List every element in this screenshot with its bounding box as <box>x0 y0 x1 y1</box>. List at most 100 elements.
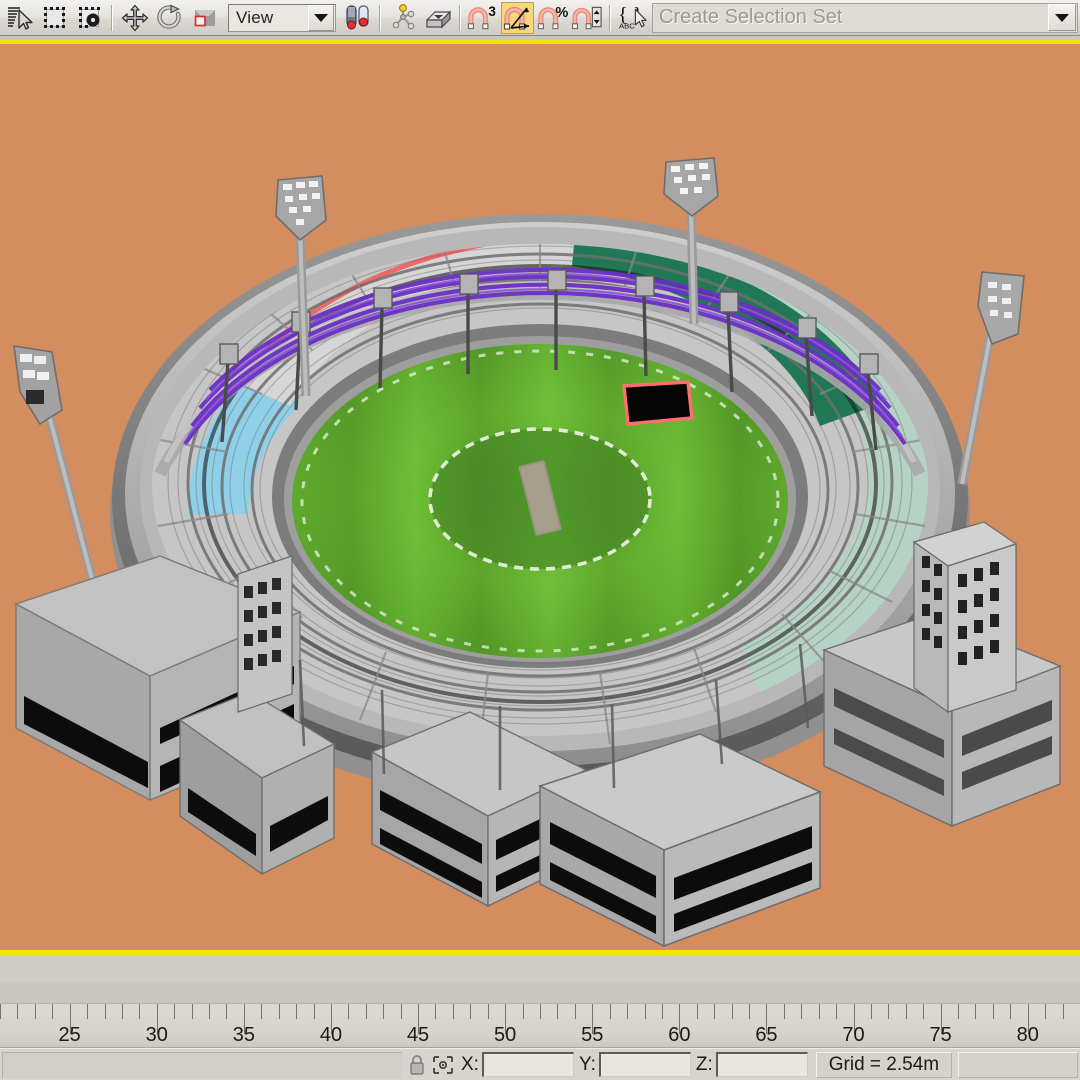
padlock-icon[interactable] <box>404 1052 430 1078</box>
ruler-tick-minor <box>261 1004 263 1019</box>
ruler-tick-minor <box>731 1004 733 1019</box>
create-selection-set-field[interactable]: Create Selection Set <box>652 2 1078 33</box>
svg-text:%: % <box>555 5 568 21</box>
ruler-label: 55 <box>581 1024 604 1046</box>
ruler-tick-minor <box>574 1004 576 1019</box>
chevron-down-icon[interactable] <box>1048 4 1076 31</box>
ruler-tick-minor <box>104 1004 106 1019</box>
ruler-tick-minor <box>714 1004 716 1019</box>
ruler-tick-minor <box>696 1004 698 1019</box>
building-grid-facade-left <box>237 555 293 713</box>
mirror-button[interactable] <box>421 2 454 34</box>
coord-z-field[interactable] <box>715 1052 808 1077</box>
viewport-gap <box>0 955 1080 983</box>
ruler-label: 80 <box>1016 1024 1039 1046</box>
select-and-link-button[interactable] <box>386 2 419 34</box>
ruler-tick-minor <box>836 1004 838 1019</box>
select-object-button[interactable] <box>3 2 36 34</box>
rectangular-selection-region-button[interactable] <box>38 2 71 34</box>
ruler-tick-minor <box>1010 1004 1012 1019</box>
ruler-tick-minor <box>174 1004 176 1019</box>
perspective-viewport[interactable] <box>0 44 1080 950</box>
ruler-tick-minor <box>905 1004 907 1019</box>
snaps-toggle-button[interactable]: 3 <box>466 2 499 34</box>
angle-snap-toggle-button[interactable] <box>501 1 534 34</box>
ruler-tick-minor <box>888 1004 890 1019</box>
ruler-tick-minor <box>52 1004 54 1019</box>
ruler-tick-minor <box>958 1004 960 1019</box>
toolbar-separator <box>379 4 381 31</box>
time-slider-ruler[interactable]: 25 30 35 40 45 50 55 60 65 70 75 80 <box>0 1003 1080 1048</box>
ruler-tick-minor <box>278 1004 280 1019</box>
ruler-label: 45 <box>406 1024 430 1046</box>
reference-coordinate-system-value: View <box>236 7 274 27</box>
select-and-rotate-button[interactable] <box>153 2 186 34</box>
ruler-tick-minor <box>226 1004 228 1019</box>
ruler-tick-minor <box>87 1004 89 1019</box>
spinner-snap-toggle-button[interactable] <box>571 2 604 34</box>
svg-text:3: 3 <box>488 4 496 19</box>
coord-x-field[interactable] <box>481 1052 574 1077</box>
svg-text:ABC: ABC <box>619 21 635 30</box>
coord-y-field[interactable] <box>598 1052 691 1077</box>
ruler-label: 75 <box>929 1024 952 1046</box>
ruler-tick-minor <box>487 1004 489 1019</box>
floodlight-tower-left <box>13 345 103 604</box>
scoreboard-screen <box>622 380 694 426</box>
create-selection-set-value: Create Selection Set <box>659 6 843 28</box>
chevron-down-icon[interactable] <box>308 4 334 31</box>
coord-z-label: Z: <box>695 1053 713 1075</box>
select-and-move-button[interactable] <box>118 2 151 34</box>
absolute-relative-toggle[interactable] <box>430 1052 456 1078</box>
stadium-scene <box>0 44 1080 950</box>
toolbar-separator <box>459 4 461 31</box>
ruler-tick-minor <box>783 1004 785 1019</box>
ruler-tick-minor <box>870 1004 872 1019</box>
percent-snap-toggle-button[interactable]: % <box>536 2 569 34</box>
ruler-tick-minor <box>801 1004 803 1019</box>
ruler-tick-minor <box>661 1004 663 1019</box>
ruler-label: 65 <box>755 1024 778 1046</box>
ruler-tick-minor <box>818 1004 820 1019</box>
status-prompt-field <box>2 1051 402 1078</box>
ruler-tick-minor <box>992 1004 994 1019</box>
ruler-tick-minor <box>452 1004 454 1019</box>
named-selection-sets-button[interactable]: { } ABC <box>616 2 649 34</box>
ruler-tick-minor <box>470 1004 472 1019</box>
select-and-scale-button[interactable] <box>188 2 221 34</box>
ruler-label: 60 <box>668 1024 691 1046</box>
viewport-area <box>0 36 1080 1003</box>
ruler-tick-minor <box>0 1004 1 1019</box>
ruler-tick-minor <box>749 1004 751 1019</box>
ruler-label: 40 <box>319 1024 343 1046</box>
main-toolbar: View 3 % {} ABC Create Selection Set <box>0 0 1080 36</box>
ruler-tick-minor <box>17 1004 19 1019</box>
ruler-tick-minor <box>644 1004 646 1019</box>
circular-selection-region-button[interactable] <box>73 2 106 34</box>
toolbar-separator <box>111 4 113 31</box>
floodlight-tower-right <box>957 271 1025 485</box>
ruler-tick-minor <box>400 1004 402 1019</box>
status-bar: X: Y: Z: Grid = 2.54m <box>0 1048 1080 1080</box>
ruler-tick-minor <box>557 1004 559 1019</box>
ruler-tick-minor <box>296 1004 298 1019</box>
ruler-tick-minor <box>1062 1004 1064 1019</box>
ruler-tick-minor <box>383 1004 385 1019</box>
ruler-label: 50 <box>494 1024 517 1046</box>
ruler-tick-minor <box>923 1004 925 1019</box>
ruler-tick-minor <box>975 1004 977 1019</box>
status-end-field <box>958 1051 1078 1078</box>
ruler-label: 35 <box>232 1024 255 1046</box>
ruler-label: 30 <box>145 1024 168 1046</box>
reference-coordinate-system-combo[interactable]: View <box>228 3 336 32</box>
ruler-tick-minor <box>191 1004 193 1019</box>
use-pivot-point-center-button[interactable] <box>341 2 374 34</box>
ruler-tick-minor <box>121 1004 123 1019</box>
ruler-tick-minor <box>313 1004 315 1019</box>
ruler-tick-minor <box>209 1004 211 1019</box>
toolbar-separator <box>609 4 611 31</box>
ruler-tick-minor <box>435 1004 437 1019</box>
coord-y-label: Y: <box>578 1053 596 1075</box>
ruler-tick-minor <box>540 1004 541 1019</box>
app-window: View 3 % {} ABC Create Selection Set 25… <box>0 0 1080 1080</box>
